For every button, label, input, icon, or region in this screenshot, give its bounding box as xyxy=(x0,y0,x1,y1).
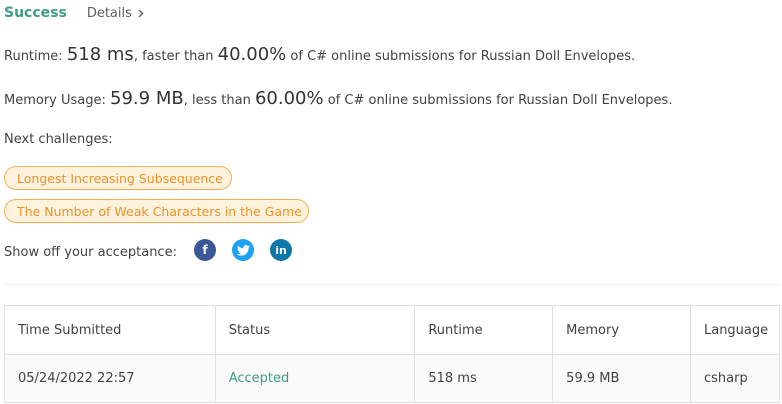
memory-mid: , less than xyxy=(183,93,255,108)
header-language[interactable]: Language xyxy=(689,305,781,355)
result-header: Success Details xyxy=(4,3,144,23)
runtime-percent: 40.00% xyxy=(217,44,287,65)
section-divider xyxy=(4,284,780,285)
runtime-value: 518 ms xyxy=(66,44,134,65)
table-row: 05/24/2022 22:57 Accepted 518 ms 59.9 MB… xyxy=(4,354,781,403)
cell-memory: 59.9 MB xyxy=(552,354,691,403)
runtime-summary: Runtime: 518 ms, faster than 40.00% of C… xyxy=(4,44,635,65)
table-header-row: Time Submitted Status Runtime Memory Lan… xyxy=(4,305,781,355)
twitter-icon[interactable] xyxy=(232,239,254,261)
memory-tail: of C# online submissions for Russian Dol… xyxy=(323,93,673,108)
memory-summary: Memory Usage: 59.9 MB, less than 60.00% … xyxy=(4,88,672,109)
details-label: Details xyxy=(86,5,132,21)
chevron-right-icon xyxy=(138,9,144,17)
memory-label: Memory Usage: xyxy=(4,93,111,108)
header-runtime[interactable]: Runtime xyxy=(414,305,554,355)
cell-runtime: 518 ms xyxy=(414,354,554,403)
memory-percent: 60.00% xyxy=(254,88,324,109)
runtime-label: Runtime: xyxy=(4,49,67,64)
status-title: Success xyxy=(4,5,67,21)
cell-time-submitted: 05/24/2022 22:57 xyxy=(4,354,216,403)
runtime-mid: , faster than xyxy=(133,49,218,64)
memory-value: 59.9 MB xyxy=(110,88,184,109)
share-label: Show off your acceptance: xyxy=(4,244,177,260)
linkedin-icon[interactable]: in xyxy=(270,239,292,261)
status-link[interactable]: Accepted xyxy=(229,371,290,386)
runtime-tail: of C# online submissions for Russian Dol… xyxy=(286,49,636,64)
challenge-chip-weak-characters[interactable]: The Number of Weak Characters in the Gam… xyxy=(4,199,309,223)
cell-language: csharp xyxy=(689,354,781,403)
facebook-icon[interactable]: f xyxy=(194,239,216,261)
challenge-chip-longest-increasing-subsequence[interactable]: Longest Increasing Subsequence xyxy=(4,166,232,190)
submissions-table: Time Submitted Status Runtime Memory Lan… xyxy=(4,305,781,403)
header-time-submitted[interactable]: Time Submitted xyxy=(4,305,216,355)
header-memory[interactable]: Memory xyxy=(552,305,691,355)
header-status[interactable]: Status xyxy=(214,305,416,355)
next-challenges-label: Next challenges: xyxy=(4,132,113,147)
details-link[interactable]: Details xyxy=(87,6,144,21)
